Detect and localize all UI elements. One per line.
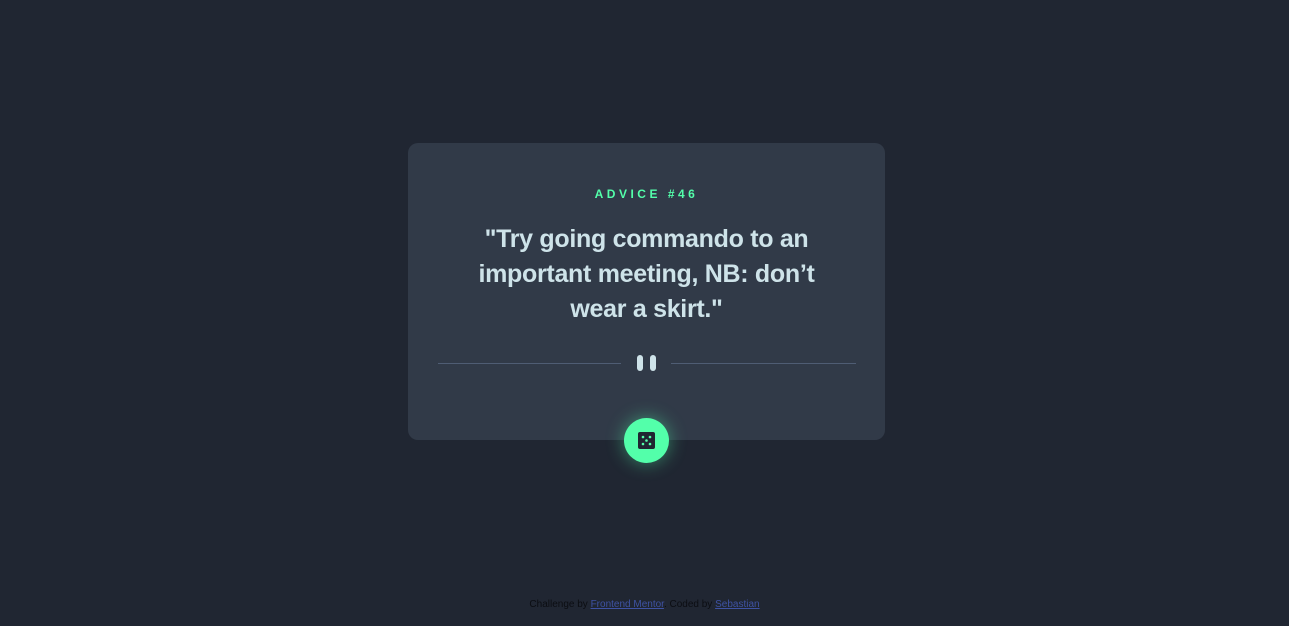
advice-number: ADVICE #46 — [594, 187, 699, 201]
attribution-middle: . Coded by — [663, 599, 713, 610]
frontend-mentor-link[interactable]: Frontend Mentor — [591, 599, 664, 610]
attribution-prefix: Challenge by — [529, 599, 588, 610]
divider-line-right — [671, 363, 856, 364]
author-link[interactable]: Sebastian — [715, 599, 759, 610]
advice-quote: "Try going commando to an important meet… — [478, 225, 815, 323]
advice-page: ADVICE #46 "Try going commando to an imp… — [0, 0, 1289, 626]
generate-advice-button[interactable] — [624, 418, 669, 463]
divider-line-left — [438, 363, 621, 364]
attribution: Challenge by Frontend Mentor. Coded by S… — [0, 599, 1289, 610]
advice-card: ADVICE #46 "Try going commando to an imp… — [408, 143, 885, 440]
pause-bar-left — [637, 355, 643, 371]
dice-icon — [638, 432, 655, 449]
pause-bar-right — [650, 355, 656, 371]
pattern-divider — [438, 355, 856, 371]
pause-icon — [637, 355, 657, 371]
